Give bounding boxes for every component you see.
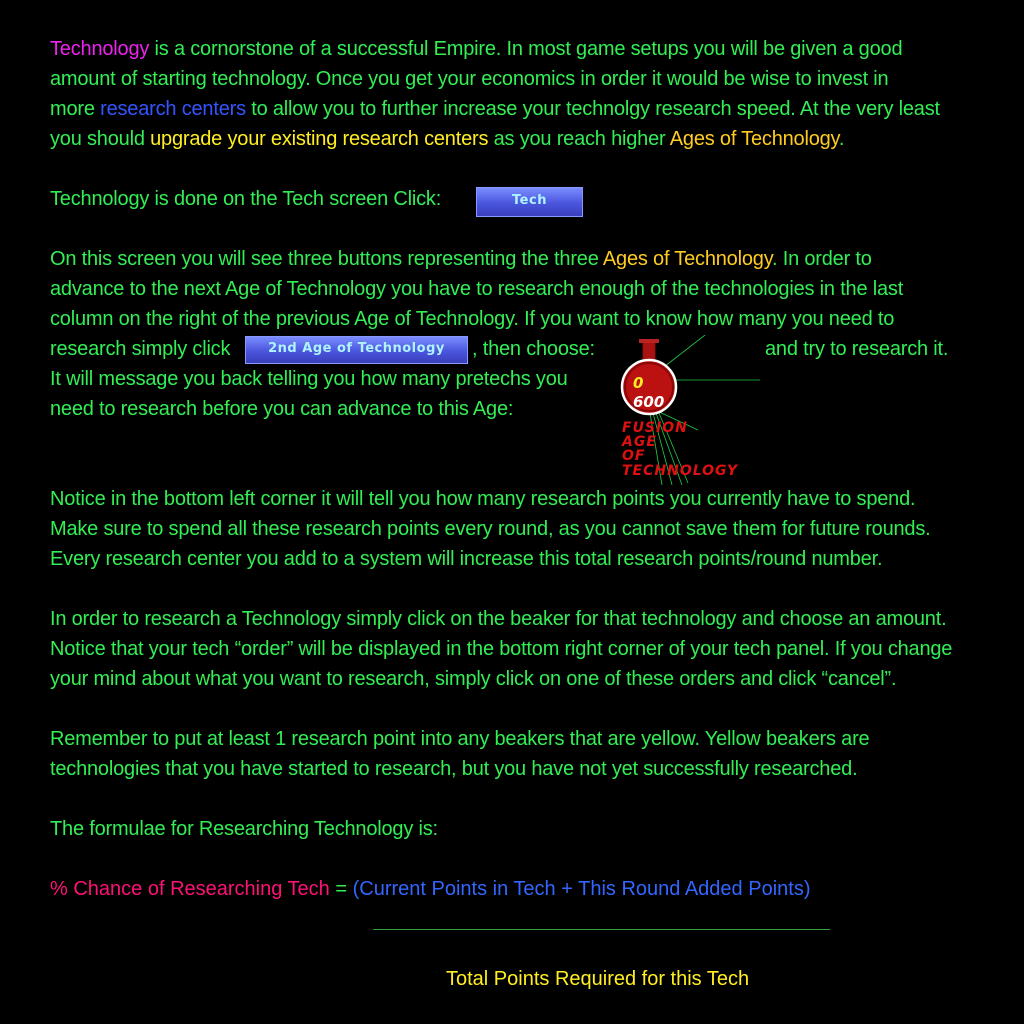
- para1-line2: amount of starting technology. Once you …: [50, 68, 889, 90]
- formula-numerator-line: % Chance of Researching Tech = (Current …: [50, 878, 811, 900]
- para1-line1: Technology is a cornorstone of a success…: [50, 38, 903, 60]
- para1-line4: you should upgrade your existing researc…: [50, 128, 845, 150]
- ages-of-technology-link-2[interactable]: Ages of Technology: [603, 248, 772, 270]
- formula-divider: [373, 929, 830, 930]
- para3-line6: need to research before you can advance …: [50, 398, 514, 420]
- para3-line5: It will message you back telling you how…: [50, 368, 568, 390]
- para4-line3: Every research center you add to a syste…: [50, 548, 883, 570]
- formula-term-added: This Round Added Points: [578, 878, 804, 900]
- formula-lhs: % Chance of Researching Tech: [50, 878, 330, 900]
- para3-line1: On this screen you will see three button…: [50, 248, 872, 270]
- research-centers-link[interactable]: research centers: [100, 98, 246, 120]
- tech-button[interactable]: Tech: [476, 187, 583, 217]
- para3-line4-mid: , then choose:: [472, 338, 595, 360]
- para3-line3: column on the right of the previous Age …: [50, 308, 895, 330]
- technology-word: Technology: [50, 38, 150, 60]
- para3-line4-pre: research simply click: [50, 338, 231, 360]
- para1-line3: more research centers to allow you to fu…: [50, 98, 940, 120]
- formula-intro: The formulae for Researching Technology …: [50, 818, 438, 840]
- beaker-required: 600: [633, 393, 664, 411]
- beaker-current: 0: [633, 374, 643, 392]
- upgrade-research-centers-link[interactable]: upgrade your existing research centers: [150, 128, 488, 150]
- para5-line1: In order to research a Technology simply…: [50, 608, 947, 630]
- formula-term-current: Current Points in Tech: [359, 878, 556, 900]
- beaker-label-line-4: TECHNOLOGY: [622, 463, 739, 479]
- para5-line2: Notice that your tech “order” will be di…: [50, 638, 953, 660]
- para5-line3: your mind about what you want to researc…: [50, 668, 897, 690]
- para3-line2: advance to the next Age of Technology yo…: [50, 278, 904, 300]
- beaker-label-line-3: OF: [622, 448, 645, 464]
- para6-line2: technologies that you have started to re…: [50, 758, 858, 780]
- second-age-button[interactable]: 2nd Age of Technology: [245, 336, 468, 364]
- fusion-age-beaker-icon[interactable]: 0 600 FUSION AGE OF TECHNOLOGY: [600, 335, 770, 485]
- para4-line1: Notice in the bottom left corner it will…: [50, 488, 916, 510]
- para6-line1: Remember to put at least 1 research poin…: [50, 728, 870, 750]
- formula-denominator: Total Points Required for this Tech: [446, 968, 750, 990]
- para2-line: Technology is done on the Tech screen Cl…: [50, 188, 442, 210]
- para3-line4-post: and try to research it.: [765, 338, 949, 360]
- para4-line2: Make sure to spend all these research po…: [50, 518, 931, 540]
- ages-of-technology-link[interactable]: Ages of Technology: [670, 128, 839, 150]
